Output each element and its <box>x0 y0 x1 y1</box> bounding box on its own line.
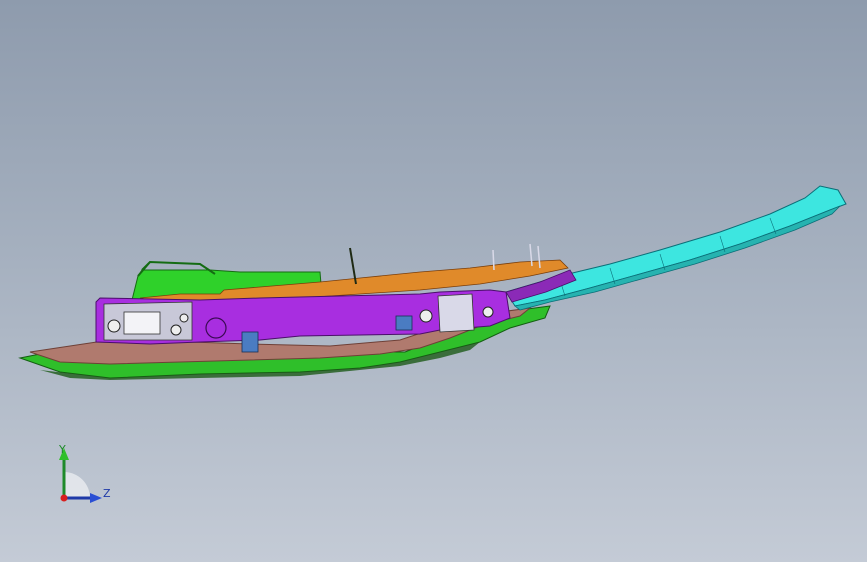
bolt-left-3[interactable] <box>179 313 189 323</box>
triad-y-label: Y <box>59 443 66 456</box>
triad-origin <box>60 494 68 502</box>
connector-block-1[interactable] <box>241 331 259 353</box>
connector-block-2[interactable] <box>395 315 413 331</box>
bolt-right-1[interactable] <box>419 309 433 323</box>
bolt-right-2[interactable] <box>482 306 494 318</box>
z-axis-arrow <box>90 493 102 503</box>
graphics-viewport[interactable]: Y Z <box>0 0 867 562</box>
triad-z-label: Z <box>103 487 111 500</box>
bolt-left-2[interactable] <box>170 324 182 336</box>
triad-plane <box>64 472 90 498</box>
frame-hole[interactable] <box>205 317 227 339</box>
cad-model[interactable] <box>0 0 867 562</box>
bolt-left-1[interactable] <box>107 319 121 333</box>
left-bracket-window <box>123 311 161 335</box>
view-triad[interactable] <box>40 438 120 518</box>
right-bracket[interactable] <box>437 293 475 333</box>
